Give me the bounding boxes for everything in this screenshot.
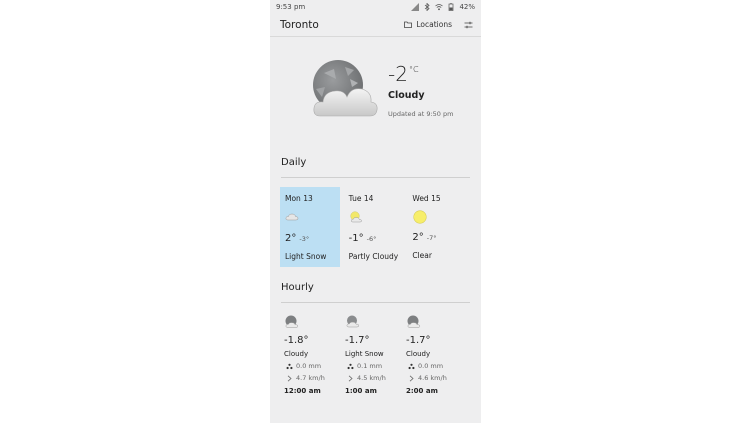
hour-time: 12:00 am (284, 387, 321, 395)
hourly-title: Hourly (281, 282, 314, 293)
sun-icon (413, 210, 427, 224)
hour-time: 1:00 am (345, 387, 377, 395)
day-low: -3° (299, 235, 310, 243)
folder-icon (404, 21, 413, 28)
hour-temperature: -1.7° (345, 335, 370, 346)
hour-wind: 4.6 km/h (418, 374, 447, 382)
settings-sliders-icon[interactable] (464, 21, 473, 29)
locations-label: Locations (416, 20, 452, 29)
day-card-mon[interactable]: Mon 13 2° -3° Light Snow (280, 187, 340, 267)
hour-item[interactable]: -1.8° Cloudy 0.0 mm 4.7 km/h 12:00 am (284, 315, 345, 395)
updated-time: Updated at 9:50 pm (388, 110, 454, 118)
snow-cloud-icon (346, 315, 360, 328)
current-conditions: -2 °C Cloudy Updated at 9:50 pm (270, 37, 481, 137)
temperature-unit: °C (408, 65, 419, 74)
day-condition: Clear (412, 251, 432, 260)
wind-direction-icon (409, 375, 414, 381)
bluetooth-icon (425, 2, 431, 11)
moon-cloud-icon (407, 315, 421, 328)
locations-button[interactable]: Locations (404, 20, 452, 29)
precipitation-icon (408, 363, 415, 369)
day-high: -1° (348, 233, 364, 244)
weather-app: 9:53 pm 42% Toronto Locations -2 °C Clou… (270, 0, 481, 423)
day-high: 2° (412, 232, 424, 243)
hourly-divider (281, 302, 470, 303)
moon-cloud-icon (285, 315, 299, 328)
daily-title: Daily (281, 157, 307, 168)
hour-condition: Cloudy (406, 350, 431, 358)
hour-condition: Cloudy (284, 350, 309, 358)
daily-forecast: Mon 13 2° -3° Light Snow Tue 14 -1° -6° … (270, 187, 481, 267)
day-low: -6° (366, 235, 377, 243)
hourly-forecast: -1.8° Cloudy 0.0 mm 4.7 km/h 12:00 am -1… (270, 315, 481, 395)
current-condition: Cloudy (388, 90, 425, 101)
hour-temperature: -1.8° (284, 335, 309, 346)
precipitation-icon (286, 363, 293, 369)
wind-direction-icon (348, 375, 353, 381)
precipitation-icon (347, 363, 354, 369)
hour-item[interactable]: -1.7° Cloudy 0.0 mm 4.6 km/h 2:00 am (406, 315, 467, 395)
app-bar: Toronto Locations (270, 13, 481, 37)
hour-precipitation: 0.0 mm (418, 362, 444, 370)
status-time: 9:53 pm (276, 2, 306, 11)
battery-level: 42% (459, 2, 475, 11)
city-title: Toronto (280, 18, 319, 31)
snow-cloud-icon (285, 213, 299, 221)
day-low: -7° (426, 234, 437, 242)
day-card-wed[interactable]: Wed 15 2° -7° Clear (407, 187, 467, 267)
day-card-tue[interactable]: Tue 14 -1° -6° Partly Cloudy (344, 187, 404, 267)
hour-precipitation: 0.0 mm (296, 362, 322, 370)
battery-icon (449, 2, 454, 11)
daily-divider (281, 177, 470, 178)
signal-icon (411, 2, 420, 11)
hour-wind: 4.7 km/h (296, 374, 325, 382)
hour-wind: 4.5 km/h (357, 374, 386, 382)
wind-direction-icon (287, 375, 292, 381)
status-bar: 9:53 pm 42% (270, 0, 481, 13)
sun-cloud-icon (350, 211, 362, 223)
hour-temperature: -1.7° (406, 335, 431, 346)
current-temperature: -2 °C (388, 62, 419, 86)
hour-precipitation: 0.1 mm (357, 362, 383, 370)
wifi-icon (435, 3, 444, 10)
hour-condition: Light Snow (345, 350, 384, 358)
hour-item[interactable]: -1.7° Light Snow 0.1 mm 4.5 km/h 1:00 am (345, 315, 406, 395)
moon-cloud-icon (313, 60, 378, 117)
day-high: 2° (285, 233, 297, 244)
day-condition: Light Snow (285, 252, 327, 261)
day-condition: Partly Cloudy (348, 252, 399, 261)
hour-time: 2:00 am (406, 387, 438, 395)
